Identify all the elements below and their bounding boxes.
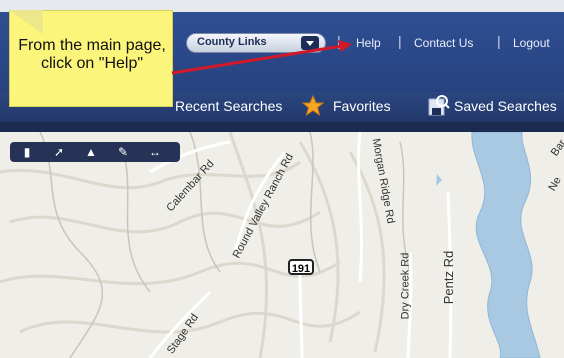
callout-arrow (171, 44, 343, 75)
arrowhead (338, 40, 352, 52)
arrow-overlay (171, 40, 352, 75)
